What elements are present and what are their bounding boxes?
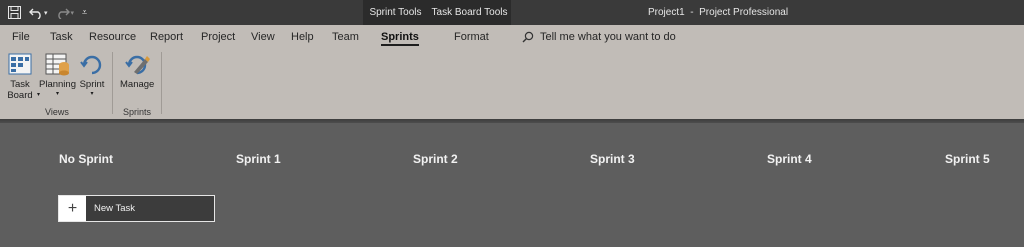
new-task-card[interactable]: + New Task (58, 195, 215, 222)
tab-view[interactable]: View (251, 25, 275, 48)
ribbon-bottom-edge (0, 119, 1024, 123)
undo-icon (29, 8, 41, 19)
group-divider (112, 52, 113, 114)
tab-format[interactable]: Format (454, 25, 489, 48)
column-header-no-sprint: No Sprint (59, 152, 113, 166)
tab-task[interactable]: Task (50, 25, 73, 48)
save-button[interactable] (8, 3, 21, 23)
redo-icon (57, 8, 70, 19)
chevron-down-icon: ▾ (90, 91, 94, 97)
group-divider (161, 52, 162, 114)
planning-icon (45, 53, 70, 76)
sprint-button[interactable]: Sprint ▾ (79, 51, 105, 98)
context-tab-task-board-tools: Task Board Tools (428, 0, 511, 25)
tab-report[interactable]: Report (150, 25, 183, 48)
tab-team[interactable]: Team (332, 25, 359, 48)
tab-resource[interactable]: Resource (89, 25, 136, 48)
title-bar: ▾ ▾ ⩡ Sprint Tools Task Board Tools Proj… (0, 0, 1024, 25)
sprints-group-label: Sprints (123, 107, 152, 117)
column-header-sprint-4: Sprint 4 (767, 152, 812, 166)
new-task-label: New Task (94, 203, 136, 214)
column-header-sprint-3: Sprint 3 (590, 152, 635, 166)
sprint-cycle-icon (80, 55, 102, 75)
task-board-icon (8, 53, 32, 75)
chevron-down-icon: ▾ (55, 91, 59, 97)
tab-project[interactable]: Project (201, 25, 235, 48)
lightbulb-search-icon (522, 31, 534, 42)
task-board-button[interactable]: Task Board ▾ (7, 51, 40, 101)
context-tab-sprint-tools: Sprint Tools (363, 0, 428, 25)
tab-sprints[interactable]: Sprints (381, 25, 419, 48)
task-board-label-line1: Task (10, 79, 30, 90)
views-group-label: Views (45, 107, 69, 117)
undo-button[interactable]: ▾ (29, 3, 48, 23)
manage-sprints-button[interactable]: Manage (120, 51, 154, 90)
plus-icon[interactable]: + (59, 196, 86, 221)
tell-me-placeholder: Tell me what you want to do (540, 30, 676, 43)
undo-dropdown-icon[interactable]: ▾ (44, 9, 48, 17)
window-title: Project1 - Project Professional (648, 7, 789, 18)
customize-toolbar-button[interactable]: ⩡ (82, 3, 87, 23)
tab-help[interactable]: Help (291, 25, 314, 48)
customize-caret-icon: ⩡ (82, 7, 88, 17)
tell-me-search[interactable]: Tell me what you want to do (522, 25, 676, 48)
sprint-label: Sprint (79, 79, 105, 90)
column-header-sprint-1: Sprint 1 (236, 152, 281, 166)
manage-sprints-icon (125, 55, 151, 75)
task-board-label-line2: Board (7, 90, 33, 101)
ribbon-tab-row: File Task Resource Report Project View H… (0, 25, 1024, 48)
planning-label: Planning (39, 79, 76, 90)
ribbon: Task Board ▾ Planning ▾ Sprint ▾ Views M… (0, 48, 1024, 119)
planning-button[interactable]: Planning ▾ (39, 51, 76, 98)
redo-button[interactable]: ▾ (56, 3, 75, 23)
column-header-sprint-5: Sprint 5 (945, 152, 990, 166)
quick-access-toolbar: ▾ ▾ ⩡ (8, 0, 87, 25)
redo-dropdown-icon[interactable]: ▾ (71, 9, 75, 17)
tab-file[interactable]: File (12, 25, 30, 48)
column-header-sprint-2: Sprint 2 (413, 152, 458, 166)
manage-label: Manage (120, 79, 155, 90)
save-icon (8, 6, 21, 19)
